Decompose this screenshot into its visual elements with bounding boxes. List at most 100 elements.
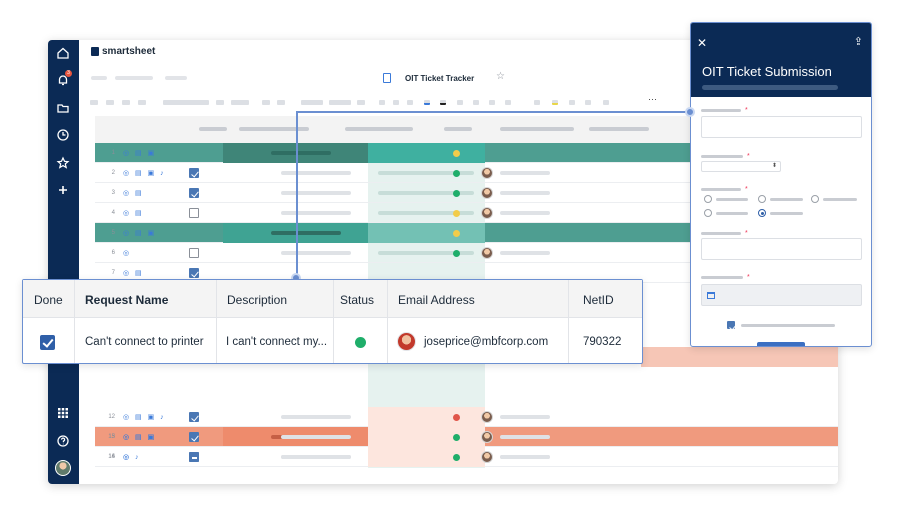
row-number: 15 bbox=[108, 434, 115, 440]
toolbar-button[interactable] bbox=[379, 100, 385, 105]
toolbar-button[interactable] bbox=[489, 100, 495, 105]
row-action-icons[interactable]: ◎ bbox=[123, 249, 131, 257]
user-avatar[interactable] bbox=[55, 460, 71, 476]
folder-icon[interactable] bbox=[56, 101, 71, 116]
row-action-icons[interactable]: ◎ ▤ ▣ bbox=[123, 229, 156, 237]
row-action-icons[interactable]: ◎ ▤ bbox=[123, 269, 144, 277]
share-icon[interactable]: ⇪ bbox=[854, 37, 863, 48]
column-header[interactable] bbox=[239, 127, 309, 131]
column-header[interactable] bbox=[199, 127, 227, 131]
smartsheet-logo[interactable]: smartsheet bbox=[91, 46, 155, 57]
toolbar-button[interactable] bbox=[138, 100, 146, 105]
required-marker: * bbox=[745, 186, 748, 193]
toolbar-button[interactable] bbox=[106, 100, 114, 105]
done-checkbox[interactable] bbox=[189, 248, 199, 258]
done-checkbox[interactable] bbox=[189, 208, 199, 218]
toolbar-button[interactable] bbox=[505, 100, 511, 105]
notifications-icon[interactable]: 3 bbox=[56, 70, 72, 88]
date-field[interactable] bbox=[701, 284, 862, 306]
column-header[interactable] bbox=[345, 127, 413, 131]
toolbar-button[interactable] bbox=[90, 100, 98, 105]
column-header-netid[interactable]: NetID bbox=[583, 293, 614, 307]
row-number: 3 bbox=[111, 190, 115, 196]
table-row[interactable]: 12 ◎ ▤ ▣ ♪ bbox=[95, 407, 838, 427]
row-action-icons[interactable]: ◎ bbox=[123, 453, 131, 461]
table-row[interactable]: 16 ◎ bbox=[95, 447, 838, 467]
status-dot-green[interactable] bbox=[355, 337, 366, 348]
status-dot bbox=[453, 230, 460, 237]
toolbar-button[interactable] bbox=[569, 100, 575, 105]
row-action-icons[interactable]: ◎ ▤ ▣ ♪ bbox=[123, 413, 166, 421]
toolbar-button[interactable] bbox=[277, 100, 285, 105]
done-checkbox[interactable] bbox=[189, 452, 199, 462]
column-header-description[interactable]: Description bbox=[227, 293, 287, 307]
recents-clock-icon[interactable] bbox=[56, 128, 71, 143]
favorite-star-icon[interactable]: ☆ bbox=[496, 71, 505, 82]
row-action-icons[interactable]: ◎ ▤ ▣ bbox=[123, 433, 156, 441]
text-field[interactable] bbox=[701, 116, 862, 138]
column-header[interactable] bbox=[589, 127, 649, 131]
cell-placeholder bbox=[271, 151, 331, 155]
form-checkbox[interactable] bbox=[727, 321, 735, 329]
more-options-icon[interactable]: ··· bbox=[648, 94, 657, 104]
row-number: 16 bbox=[108, 454, 115, 460]
dropdown-field[interactable]: ⬍ bbox=[701, 161, 781, 172]
done-checkbox[interactable] bbox=[189, 168, 199, 178]
submit-button[interactable] bbox=[757, 342, 805, 346]
toolbar-button[interactable] bbox=[301, 100, 323, 105]
row-action-icons[interactable]: ◎ ▤ bbox=[123, 209, 144, 217]
column-header-done[interactable]: Done bbox=[34, 293, 63, 307]
radio-option[interactable] bbox=[704, 195, 712, 203]
help-icon[interactable] bbox=[56, 434, 71, 449]
row-action-icons[interactable]: ◎ ▤ ▣ bbox=[123, 149, 156, 157]
toolbar-button[interactable] bbox=[122, 100, 130, 105]
toolbar-button[interactable] bbox=[329, 100, 351, 105]
toolbar-button[interactable] bbox=[393, 100, 399, 105]
toolbar-button[interactable] bbox=[603, 100, 609, 105]
done-checkbox[interactable] bbox=[189, 432, 199, 442]
description-cell[interactable]: I can't connect my... bbox=[226, 336, 327, 348]
description-cell bbox=[368, 223, 485, 243]
create-plus-icon[interactable] bbox=[56, 183, 71, 198]
toolbar-button[interactable] bbox=[407, 100, 413, 105]
done-checkbox[interactable] bbox=[189, 188, 199, 198]
request-name-cell[interactable]: Can't connect to printer bbox=[85, 336, 204, 348]
column-header-status[interactable]: Status bbox=[340, 293, 374, 307]
column-header-request-name[interactable]: Request Name bbox=[85, 293, 168, 307]
toolbar-button[interactable] bbox=[440, 100, 446, 105]
column-header[interactable] bbox=[444, 127, 472, 131]
apps-grid-icon[interactable] bbox=[56, 406, 71, 421]
toolbar-button[interactable] bbox=[473, 100, 479, 105]
table-row[interactable]: 15 ◎ ▤ ▣ bbox=[95, 427, 838, 447]
text-field[interactable] bbox=[701, 238, 862, 260]
row-action-icons[interactable]: ◎ ▤ ▣ ♪ bbox=[123, 169, 166, 177]
cell-placeholder bbox=[500, 211, 550, 215]
favorites-star-icon[interactable] bbox=[56, 156, 71, 171]
radio-option[interactable] bbox=[811, 195, 819, 203]
toolbar-button[interactable] bbox=[585, 100, 591, 105]
toolbar-button[interactable] bbox=[534, 100, 540, 105]
column-header[interactable] bbox=[500, 127, 574, 131]
done-checkbox[interactable] bbox=[189, 412, 199, 422]
email-address-cell[interactable]: joseprice@mbfcorp.com bbox=[424, 336, 548, 348]
netid-cell[interactable]: 790322 bbox=[583, 336, 621, 348]
toolbar-button[interactable] bbox=[262, 100, 270, 105]
toolbar-button[interactable] bbox=[231, 100, 249, 105]
row-action-icons[interactable]: ◎ ▤ bbox=[123, 189, 144, 197]
toolbar-button[interactable] bbox=[552, 100, 558, 105]
home-icon[interactable] bbox=[56, 46, 71, 61]
radio-option-selected[interactable] bbox=[758, 209, 766, 217]
done-checkbox-checked[interactable] bbox=[40, 335, 55, 350]
toolbar-button[interactable] bbox=[163, 100, 209, 105]
toolbar-button[interactable] bbox=[216, 100, 224, 105]
notification-badge: 3 bbox=[65, 70, 72, 77]
radio-option[interactable] bbox=[704, 209, 712, 217]
done-checkbox[interactable] bbox=[189, 268, 199, 278]
toolbar-button[interactable] bbox=[457, 100, 463, 105]
close-icon[interactable]: ✕ bbox=[697, 37, 707, 49]
radio-option[interactable] bbox=[758, 195, 766, 203]
radio-label bbox=[716, 212, 748, 215]
column-header-email[interactable]: Email Address bbox=[398, 293, 475, 307]
toolbar-button[interactable] bbox=[357, 100, 365, 105]
toolbar-button[interactable] bbox=[424, 100, 430, 105]
